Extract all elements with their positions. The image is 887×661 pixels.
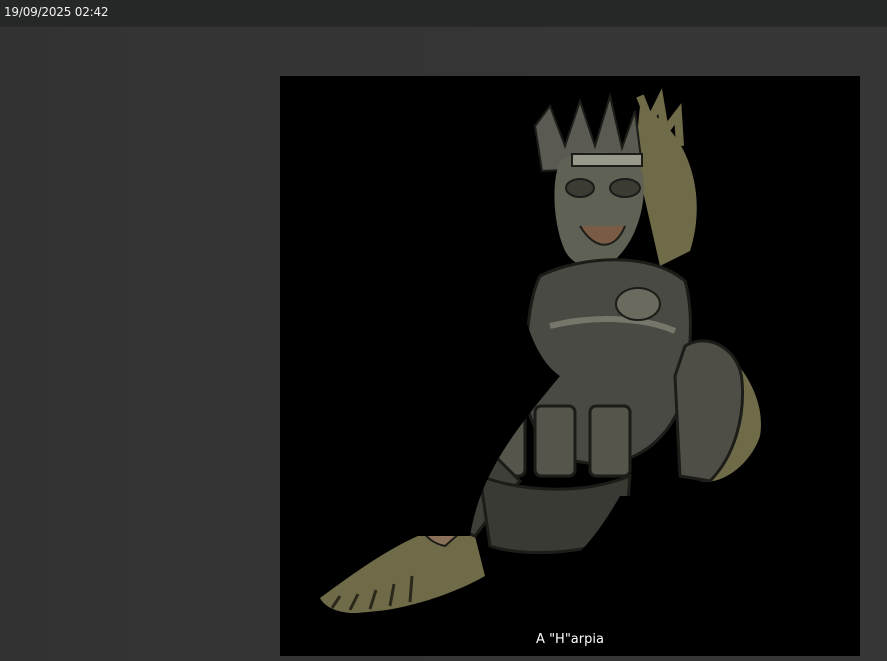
head (554, 151, 644, 267)
image-caption: A "H"arpia (536, 632, 604, 647)
harpy-illustration (280, 76, 860, 656)
image-panel[interactable]: A "H"arpia (280, 76, 860, 656)
pouch-3 (588, 404, 632, 478)
image-viewer-window: 19/09/2025 02:42 A "H"arpia (0, 0, 887, 661)
pouch-2 (533, 404, 577, 478)
top-bar: 19/09/2025 02:42 (0, 0, 887, 27)
timestamp: 19/09/2025 02:42 (4, 5, 109, 19)
